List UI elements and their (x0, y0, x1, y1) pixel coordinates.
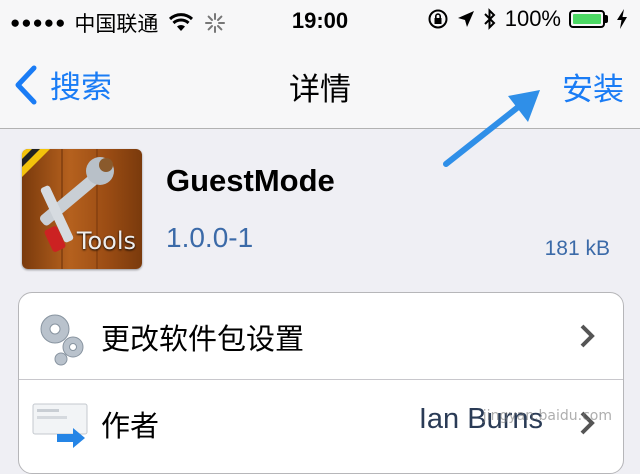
battery-tip (605, 15, 608, 23)
package-icon-text: Tools (76, 227, 136, 255)
row-label: 更改软件包设置 (101, 322, 305, 356)
contact-card-icon (32, 403, 88, 448)
annotation-arrow-icon (443, 90, 540, 167)
rotation-lock-icon (428, 9, 448, 29)
package-version: 1.0.0-1 (166, 222, 254, 253)
gears-icon (40, 314, 84, 366)
watermark: jingyan.baidu.com (482, 408, 612, 424)
battery-indicator (569, 10, 608, 28)
package-options-group: 更改软件包设置 作者 Ian Burns (18, 292, 624, 474)
location-arrow-icon (457, 11, 474, 27)
status-right: 100% (427, 6, 628, 32)
package-size: 181 kB (544, 237, 610, 260)
install-button[interactable]: 安装 (562, 64, 624, 109)
charging-bolt-icon (617, 9, 627, 29)
battery-icon (569, 10, 605, 28)
chevron-right-icon (580, 324, 595, 348)
battery-fill (573, 14, 601, 24)
package-name: GuestMode (166, 163, 335, 198)
row-change-package-settings[interactable]: 更改软件包设置 (19, 293, 623, 380)
package-icon: Tools (22, 149, 142, 269)
status-bar: ●●●●● 中国联通 19:00 100% (0, 0, 640, 40)
row-label: 作者 (101, 409, 160, 443)
bluetooth-icon (484, 8, 496, 30)
battery-percent: 100% (504, 6, 561, 31)
